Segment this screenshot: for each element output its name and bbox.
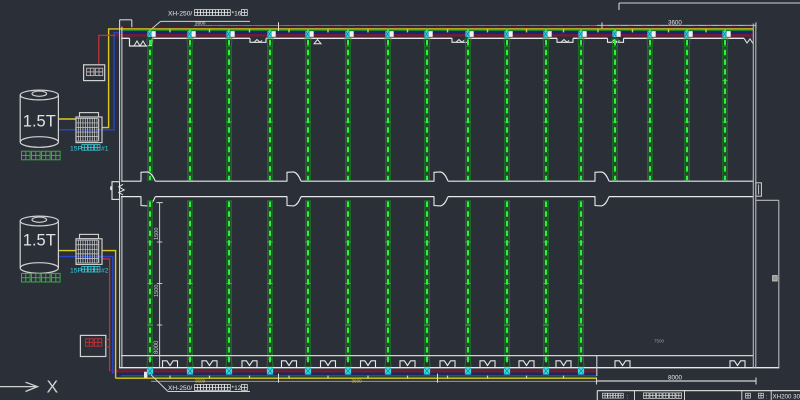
- svg-text:#1: #1: [101, 146, 109, 153]
- svg-text:7500: 7500: [654, 339, 665, 344]
- svg-text:3600: 3600: [352, 379, 363, 384]
- svg-text:3600: 3600: [195, 379, 206, 384]
- svg-text:#2: #2: [101, 267, 109, 274]
- svg-text:1500: 1500: [154, 285, 160, 297]
- svg-text:XH200 30: XH200 30: [773, 394, 800, 400]
- svg-text:8000: 8000: [668, 375, 683, 382]
- svg-text:X: X: [47, 377, 59, 397]
- svg-text:3600: 3600: [195, 20, 206, 26]
- svg-text:1.5T: 1.5T: [23, 232, 56, 250]
- svg-text:3600: 3600: [668, 20, 682, 27]
- svg-text:1500: 1500: [154, 228, 160, 240]
- svg-text:*16: *16: [232, 10, 242, 17]
- svg-text:*12: *12: [232, 385, 242, 392]
- svg-text:15P: 15P: [70, 146, 83, 153]
- svg-text:8000: 8000: [154, 340, 160, 354]
- svg-text:XH-250/: XH-250/: [168, 10, 192, 17]
- svg-text:1.5T: 1.5T: [23, 112, 56, 130]
- svg-text:XH-250/: XH-250/: [168, 385, 192, 392]
- svg-text:15P: 15P: [70, 267, 83, 274]
